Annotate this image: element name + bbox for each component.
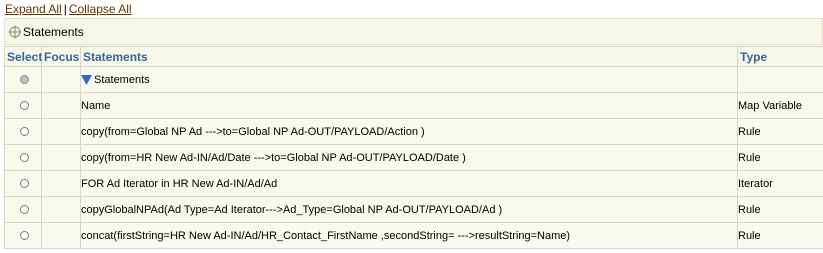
table-header-row: Select Focus Statements Type: [4, 46, 823, 67]
statements-column-header: Statements: [80, 46, 738, 67]
select-cell: [4, 66, 42, 93]
focus-cell: [41, 118, 81, 145]
statement-cell: copyGlobalNPAd(Ad Type=Ad Iterator--->Ad…: [80, 196, 738, 223]
focus-cell: [41, 66, 81, 93]
select-radio[interactable]: [20, 101, 29, 111]
statement-text: Statements: [94, 73, 150, 86]
statement-cell: FOR Ad Iterator in HR New Ad-IN/Ad/Ad: [80, 170, 738, 197]
statement-cell: Name: [80, 92, 738, 119]
select-radio[interactable]: [20, 231, 29, 241]
focus-cell: [41, 144, 81, 171]
type-cell: [737, 66, 823, 93]
type-cell: Iterator: [737, 170, 823, 197]
statement-text: copyGlobalNPAd(Ad Type=Ad Iterator--->Ad…: [81, 203, 503, 216]
select-radio[interactable]: [20, 205, 29, 215]
focus-cell: [41, 170, 81, 197]
link-separator: |: [63, 2, 67, 16]
table-row: Statements: [4, 66, 823, 93]
statement-cell: Statements: [80, 66, 738, 93]
table-row: copy(from=HR New Ad-IN/Ad/Date --->to=Gl…: [4, 144, 823, 171]
select-cell: [4, 118, 42, 145]
focus-cell: [41, 196, 81, 223]
focus-crosshair-icon: [8, 25, 22, 38]
table-row: copy(from=Global NP Ad --->to=Global NP …: [4, 118, 823, 145]
table-row: copyGlobalNPAd(Ad Type=Ad Iterator--->Ad…: [4, 196, 823, 223]
collapse-triangle-icon[interactable]: [81, 74, 92, 85]
breadcrumb-label: Statements: [23, 24, 84, 39]
type-cell: Rule: [737, 222, 823, 249]
select-cell: [4, 196, 42, 223]
type-cell: Rule: [737, 144, 823, 171]
select-cell: [4, 144, 42, 171]
table-row: Name Map Variable: [4, 92, 823, 119]
statements-table: Select Focus Statements Type Statements N…: [4, 46, 823, 249]
statement-text: copy(from=Global NP Ad --->to=Global NP …: [81, 125, 425, 138]
statement-cell: concat(firstString=HR New Ad-IN/Ad/HR_Co…: [80, 222, 738, 249]
focus-column-header: Focus: [41, 46, 81, 67]
select-cell: [4, 170, 42, 197]
select-radio[interactable]: [20, 179, 29, 189]
table-row: FOR Ad Iterator in HR New Ad-IN/Ad/Ad Ite…: [4, 170, 823, 197]
statement-text: concat(firstString=HR New Ad-IN/Ad/HR_Co…: [81, 229, 571, 242]
focus-breadcrumb: Statements: [4, 18, 823, 45]
select-cell: [4, 222, 42, 249]
collapse-all-link[interactable]: Collapse All: [69, 2, 132, 16]
expand-collapse-links: Expand All | Collapse All: [5, 2, 132, 16]
statement-cell: copy(from=HR New Ad-IN/Ad/Date --->to=Gl…: [80, 144, 738, 171]
select-radio: [20, 75, 29, 85]
expand-all-link[interactable]: Expand All: [5, 2, 62, 16]
focus-cell: [41, 222, 81, 249]
type-cell: Rule: [737, 196, 823, 223]
type-cell: Rule: [737, 118, 823, 145]
table-row: concat(firstString=HR New Ad-IN/Ad/HR_Co…: [4, 222, 823, 249]
select-radio[interactable]: [20, 127, 29, 137]
statement-cell: copy(from=Global NP Ad --->to=Global NP …: [80, 118, 738, 145]
statement-text: copy(from=HR New Ad-IN/Ad/Date --->to=Gl…: [81, 151, 466, 164]
select-radio[interactable]: [20, 153, 29, 163]
statement-text: Name: [81, 99, 111, 112]
type-column-header: Type: [737, 46, 823, 67]
select-column-header: Select: [4, 46, 42, 67]
select-cell: [4, 92, 42, 119]
type-cell: Map Variable: [737, 92, 823, 119]
focus-cell: [41, 92, 81, 119]
statement-text: FOR Ad Iterator in HR New Ad-IN/Ad/Ad: [81, 177, 278, 190]
